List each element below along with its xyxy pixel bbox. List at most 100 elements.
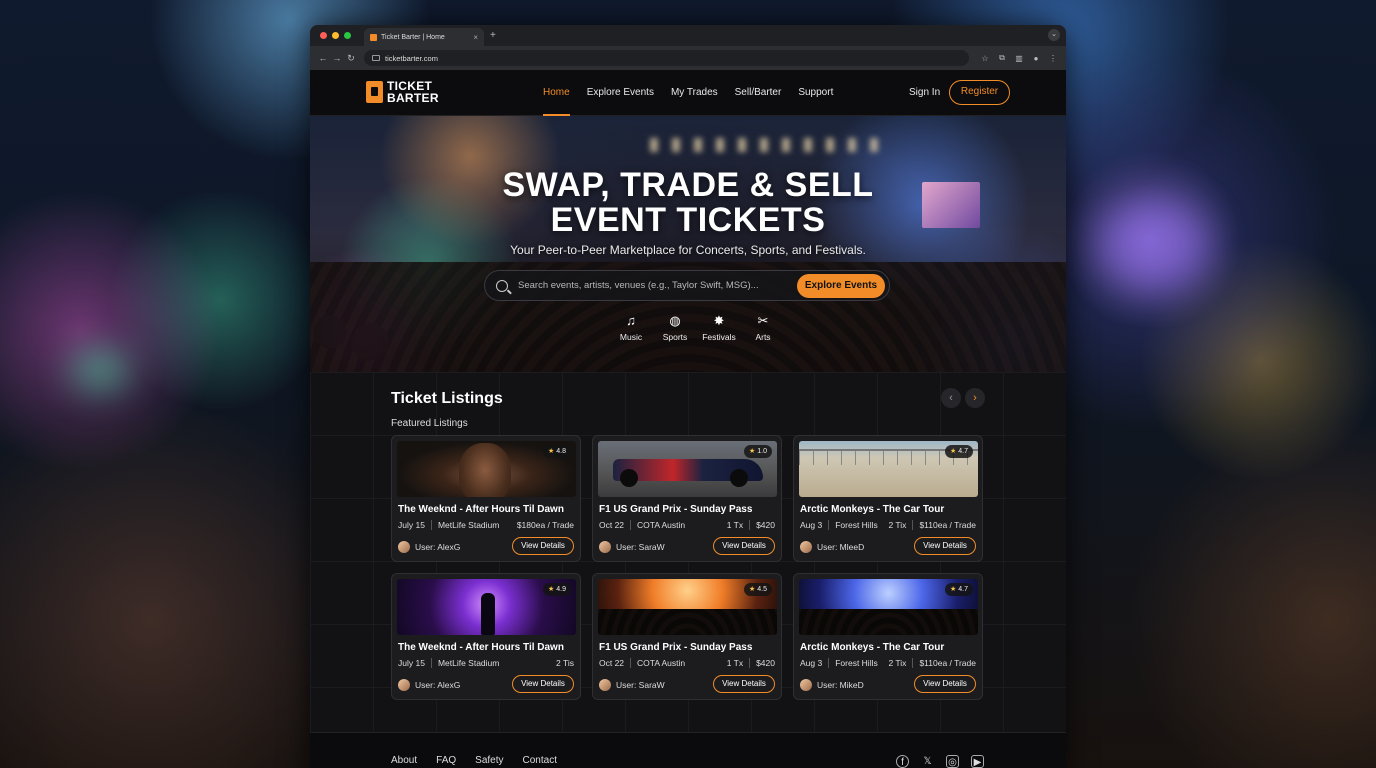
event-image: ★ 1.0 bbox=[598, 441, 777, 497]
browser-tab[interactable]: Ticket Barter | Home × bbox=[364, 28, 484, 46]
maximize-window-button[interactable] bbox=[344, 32, 351, 39]
performer bbox=[481, 593, 495, 635]
tab-title: Ticket Barter | Home bbox=[381, 33, 445, 41]
category-shortcuts: ♫ Music ◍ Sports ✸ Festivals ✂ Arts bbox=[610, 313, 786, 342]
category-label: Arts bbox=[755, 332, 771, 342]
tab-close-icon[interactable]: × bbox=[473, 33, 478, 42]
listing-card[interactable]: ★ 4.8 The Weeknd - After Hours Til Dawn J… bbox=[391, 435, 581, 562]
minimize-window-button[interactable] bbox=[332, 32, 339, 39]
sign-in-link[interactable]: Sign In bbox=[909, 87, 940, 98]
tab-menu-chevron-icon[interactable]: ⌄ bbox=[1048, 29, 1060, 41]
youtube-icon[interactable]: ▶ bbox=[971, 755, 984, 768]
category-label: Festivals bbox=[702, 332, 736, 342]
background-light bbox=[1100, 200, 1210, 290]
rating-badge: ★ 4.7 bbox=[944, 583, 973, 596]
carousel-next-button[interactable]: › bbox=[965, 388, 985, 408]
rating-badge: ★ 1.0 bbox=[743, 445, 772, 458]
rating-badge: ★ 4.5 bbox=[743, 583, 772, 596]
footer-link-about[interactable]: About bbox=[391, 755, 417, 766]
url-field[interactable]: ticketbarter.com bbox=[364, 50, 969, 66]
listing-meta: Aug 3 Forest Hills 2 Tix $110ea / Trade bbox=[800, 520, 976, 530]
category-music[interactable]: ♫ Music bbox=[610, 313, 652, 342]
nav-explore-events[interactable]: Explore Events bbox=[587, 70, 654, 116]
register-button[interactable]: Register bbox=[949, 80, 1010, 105]
browser-menu-icon[interactable]: ⋮ bbox=[1046, 54, 1060, 63]
listing-venue: COTA Austin bbox=[637, 658, 686, 668]
new-tab-button[interactable]: + bbox=[490, 30, 496, 41]
listing-card[interactable]: ★ 1.0 F1 US Grand Prix - Sunday Pass Oct … bbox=[592, 435, 782, 562]
social-links: f 𝕏 ◎ ▶ bbox=[896, 755, 996, 768]
star-icon: ★ bbox=[748, 586, 756, 593]
search-input[interactable] bbox=[518, 280, 797, 291]
view-details-button[interactable]: View Details bbox=[914, 537, 976, 555]
site-info-icon[interactable] bbox=[372, 55, 380, 61]
listing-meta: Oct 22 COTA Austin 1 Tx $420 bbox=[599, 520, 775, 530]
nav-sell-barter[interactable]: Sell/Barter bbox=[735, 70, 782, 116]
hero-banner: SWAP, TRADE & SELL EVENT TICKETS Your Pe… bbox=[310, 116, 1066, 372]
view-details-button[interactable]: View Details bbox=[512, 537, 574, 555]
x-icon[interactable]: 𝕏 bbox=[921, 755, 934, 768]
category-arts[interactable]: ✂ Arts bbox=[742, 313, 784, 342]
instagram-icon[interactable]: ◎ bbox=[946, 755, 959, 768]
party-popper-icon: ✸ bbox=[713, 313, 725, 328]
listing-title: The Weeknd - After Hours Til Dawn bbox=[398, 642, 564, 653]
star-icon: ★ bbox=[547, 448, 555, 455]
seller: User: MleeD bbox=[800, 541, 864, 553]
listing-card[interactable]: ★ 4.9 The Weeknd - After Hours Til Dawn J… bbox=[391, 573, 581, 700]
hero-title-line-1: SWAP, TRADE & SELL bbox=[502, 166, 874, 204]
listing-price: $180ea / Trade bbox=[516, 520, 574, 530]
star-icon: ★ bbox=[949, 586, 957, 593]
event-image: ★ 4.8 bbox=[397, 441, 576, 497]
extensions-icon[interactable]: ⧉ bbox=[995, 53, 1009, 63]
nav-support[interactable]: Support bbox=[798, 70, 833, 116]
seller: User: SaraW bbox=[599, 679, 665, 691]
avatar bbox=[398, 541, 410, 553]
listing-quantity: 2 Tix bbox=[888, 658, 907, 668]
bookmark-star-icon[interactable]: ☆ bbox=[978, 54, 992, 63]
event-image: ★ 4.9 bbox=[397, 579, 576, 635]
nav-my-trades[interactable]: My Trades bbox=[671, 70, 718, 116]
carousel-prev-button[interactable]: ‹ bbox=[941, 388, 961, 408]
reload-button[interactable]: ↻ bbox=[344, 53, 358, 64]
crowd-hands bbox=[598, 609, 777, 635]
explore-events-button[interactable]: Explore Events bbox=[797, 273, 885, 298]
footer-link-safety[interactable]: Safety bbox=[475, 755, 503, 766]
background-light bbox=[70, 350, 130, 390]
forward-button[interactable]: → bbox=[330, 53, 344, 63]
view-details-button[interactable]: View Details bbox=[713, 675, 775, 693]
footer-link-contact[interactable]: Contact bbox=[523, 755, 557, 766]
listing-card[interactable]: ★ 4.7 Arctic Monkeys - The Car Tour Aug 3… bbox=[793, 573, 983, 700]
seller: User: AlexG bbox=[398, 541, 460, 553]
view-details-button[interactable]: View Details bbox=[512, 675, 574, 693]
view-details-button[interactable]: View Details bbox=[914, 675, 976, 693]
back-button[interactable]: ← bbox=[316, 53, 330, 63]
listing-card[interactable]: ★ 4.7 Arctic Monkeys - The Car Tour Aug 3… bbox=[793, 435, 983, 562]
side-panel-icon[interactable]: ▥ bbox=[1012, 54, 1026, 63]
music-note-icon: ♫ bbox=[626, 313, 636, 328]
listing-venue: COTA Austin bbox=[637, 520, 686, 530]
profile-icon[interactable]: ● bbox=[1029, 54, 1043, 63]
rating-value: 4.5 bbox=[757, 586, 767, 593]
footer-link-faq[interactable]: FAQ bbox=[436, 755, 456, 766]
facebook-icon[interactable]: f bbox=[896, 755, 909, 768]
category-sports[interactable]: ◍ Sports bbox=[654, 313, 696, 342]
listing-title: Arctic Monkeys - The Car Tour bbox=[800, 642, 945, 653]
close-window-button[interactable] bbox=[320, 32, 327, 39]
nav-home[interactable]: Home bbox=[543, 70, 570, 116]
view-details-button[interactable]: View Details bbox=[713, 537, 775, 555]
seller-name: User: MikeD bbox=[817, 680, 864, 690]
footer-links: About FAQ Safety Contact bbox=[391, 755, 576, 766]
brand-logo[interactable]: TICKET BARTER bbox=[366, 80, 439, 104]
listing-title: F1 US Grand Prix - Sunday Pass bbox=[599, 642, 753, 653]
event-image: ★ 4.5 bbox=[598, 579, 777, 635]
listing-quantity: 1 Tx bbox=[726, 658, 744, 668]
avatar bbox=[599, 541, 611, 553]
listing-price: $110ea / Trade bbox=[919, 520, 976, 530]
listing-meta: July 15 MetLife Stadium $180ea / Trade bbox=[398, 520, 574, 530]
rating-value: 4.8 bbox=[556, 448, 566, 455]
site-header: TICKET BARTER Home Explore Events My Tra… bbox=[310, 70, 1066, 116]
event-image: ★ 4.7 bbox=[799, 579, 978, 635]
category-festivals[interactable]: ✸ Festivals bbox=[698, 313, 740, 342]
star-icon: ★ bbox=[949, 448, 957, 455]
listing-card[interactable]: ★ 4.5 F1 US Grand Prix - Sunday Pass Oct … bbox=[592, 573, 782, 700]
